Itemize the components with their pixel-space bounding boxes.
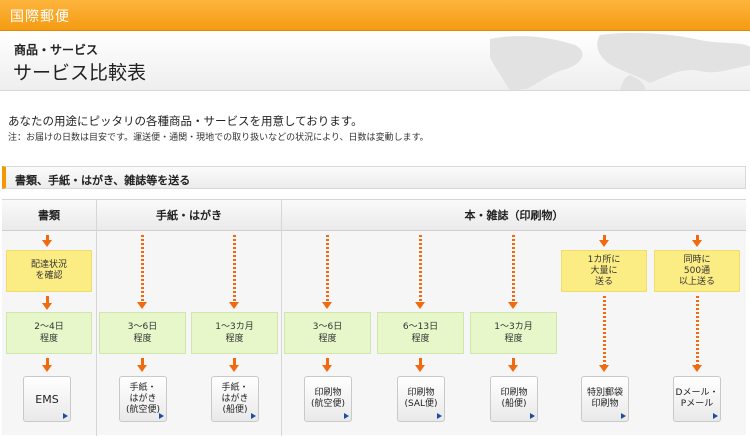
product-print-sea-button[interactable]: 印刷物 (船便) — [490, 376, 538, 422]
product-print-sal-button[interactable]: 印刷物 (SAL便) — [397, 376, 445, 422]
arrow-down-icon — [137, 358, 148, 372]
arrow-down-icon — [229, 358, 240, 372]
service-comparison-chart: 書類 手紙・はがき 本・雑誌（印刷物） 配達状況 を確認 1カ所に 大量に 送る… — [2, 199, 746, 436]
note-line: 送る — [594, 276, 613, 287]
product-label: 印刷物 — [407, 388, 435, 398]
duration-print-sal: 6〜13日 程度 — [377, 312, 464, 354]
note-line: 配達状況 — [30, 260, 67, 270]
note-line: を確認 — [35, 271, 63, 281]
product-label: 手紙・ — [129, 382, 157, 393]
duration-print-sea: 1〜3カ月 程度 — [470, 312, 557, 354]
duration-suffix: 程度 — [39, 334, 58, 344]
product-label: (船便) — [501, 399, 527, 409]
product-label: (船便) — [222, 404, 248, 415]
product-label: 印刷物 — [500, 388, 528, 398]
duration-print-air: 3〜6日 程度 — [284, 312, 371, 354]
product-label: はがき — [221, 393, 249, 404]
triangle-right-icon — [63, 413, 68, 419]
duration-suffix: 程度 — [133, 334, 152, 344]
duration-days: 1〜3カ月 — [494, 322, 533, 332]
duration-suffix: 程度 — [318, 334, 337, 344]
product-label: 印刷物 — [314, 388, 342, 398]
arrow-down-icon — [42, 235, 53, 247]
arrow-down-icon — [508, 358, 519, 372]
product-letter-air-button[interactable]: 手紙・ はがき (航空便) — [119, 376, 167, 422]
section-header: 書類、手紙・はがき、雑誌等を送る — [2, 166, 746, 189]
note-bulk-500: 同時に 500通 以上送る — [654, 250, 740, 292]
note-line: 1カ所に — [587, 254, 621, 265]
product-label: EMS — [35, 392, 59, 406]
triangle-right-icon — [437, 413, 442, 419]
product-label: Pメール — [680, 399, 714, 409]
product-label: はがき — [129, 393, 157, 404]
duration-letter-air: 3〜6日 程度 — [99, 312, 186, 354]
product-dmail-button[interactable]: Dメール・ Pメール — [673, 376, 721, 422]
duration-suffix: 程度 — [225, 334, 244, 344]
column-header-books: 本・雑誌（印刷物） — [282, 200, 746, 231]
page-header: 商品・サービス サービス比較表 — [0, 31, 750, 91]
arrow-down-icon — [692, 235, 703, 247]
page-category: 商品・サービス — [14, 43, 99, 57]
duration-suffix: 程度 — [411, 334, 430, 344]
product-label: (航空便) — [125, 404, 161, 415]
arrow-down-icon — [322, 235, 333, 309]
duration-days: 6〜13日 — [402, 322, 439, 332]
banner-title: 国際郵便 — [10, 9, 70, 25]
arrow-down-icon — [322, 358, 333, 372]
product-ems-button[interactable]: EMS — [23, 376, 71, 422]
intro-text: あなたの用途にピッタリの各種商品・サービスを用意しております。 — [8, 114, 363, 128]
column-header-documents: 書類 — [2, 200, 96, 231]
arrow-down-icon — [599, 296, 610, 372]
top-banner: 国際郵便 — [0, 0, 750, 31]
duration-days: 2〜4日 — [34, 322, 64, 332]
product-letter-sea-button[interactable]: 手紙・ はがき (船便) — [211, 376, 259, 422]
duration-letter-sea: 1〜3カ月 程度 — [191, 312, 278, 354]
column-divider — [96, 200, 97, 436]
triangle-right-icon — [713, 413, 718, 419]
duration-days: 3〜6日 — [127, 322, 158, 332]
world-map-decoration — [490, 32, 750, 90]
note-line: 以上送る — [678, 276, 715, 287]
product-label: (SAL便) — [404, 399, 438, 409]
note-tracking: 配達状況 を確認 — [6, 250, 92, 292]
arrow-down-icon — [415, 235, 426, 309]
intro-note: 注：お届けの日数は目安です。運送便・通関・現地での取り扱いなどの状況により、日数… — [8, 133, 429, 143]
product-print-air-button[interactable]: 印刷物 (航空便) — [304, 376, 352, 422]
arrow-down-icon — [508, 235, 519, 309]
note-line: 同時に — [683, 254, 711, 265]
product-label: 印刷物 — [591, 399, 619, 409]
triangle-right-icon — [159, 413, 164, 419]
arrow-down-icon — [415, 358, 426, 372]
triangle-right-icon — [344, 413, 349, 419]
column-divider — [281, 200, 282, 436]
duration-days: 3〜6日 — [312, 322, 343, 332]
arrow-down-icon — [42, 358, 53, 372]
arrow-down-icon — [692, 296, 703, 372]
arrow-down-icon — [599, 235, 610, 247]
duration-ems: 2〜4日 程度 — [6, 312, 92, 354]
page-title: サービス比較表 — [13, 62, 147, 84]
note-bulk-one-place: 1カ所に 大量に 送る — [561, 250, 647, 292]
section-title: 書類、手紙・はがき、雑誌等を送る — [15, 174, 191, 187]
triangle-right-icon — [530, 413, 535, 419]
product-m-bag-button[interactable]: 特別郵袋 印刷物 — [581, 376, 629, 422]
product-label: Dメール・ — [675, 388, 719, 398]
arrow-down-icon — [137, 235, 148, 309]
triangle-right-icon — [251, 413, 256, 419]
product-label: (航空便) — [310, 399, 346, 409]
arrow-down-icon — [42, 296, 53, 310]
arrow-down-icon — [229, 235, 240, 309]
duration-days: 1〜3カ月 — [215, 322, 254, 332]
note-line: 大量に — [590, 265, 618, 276]
duration-suffix: 程度 — [504, 334, 523, 344]
product-label: 特別郵袋 — [586, 388, 623, 398]
column-header-letters: 手紙・はがき — [97, 200, 281, 231]
product-label: 手紙・ — [221, 382, 249, 393]
note-line: 500通 — [683, 265, 711, 276]
triangle-right-icon — [621, 413, 626, 419]
